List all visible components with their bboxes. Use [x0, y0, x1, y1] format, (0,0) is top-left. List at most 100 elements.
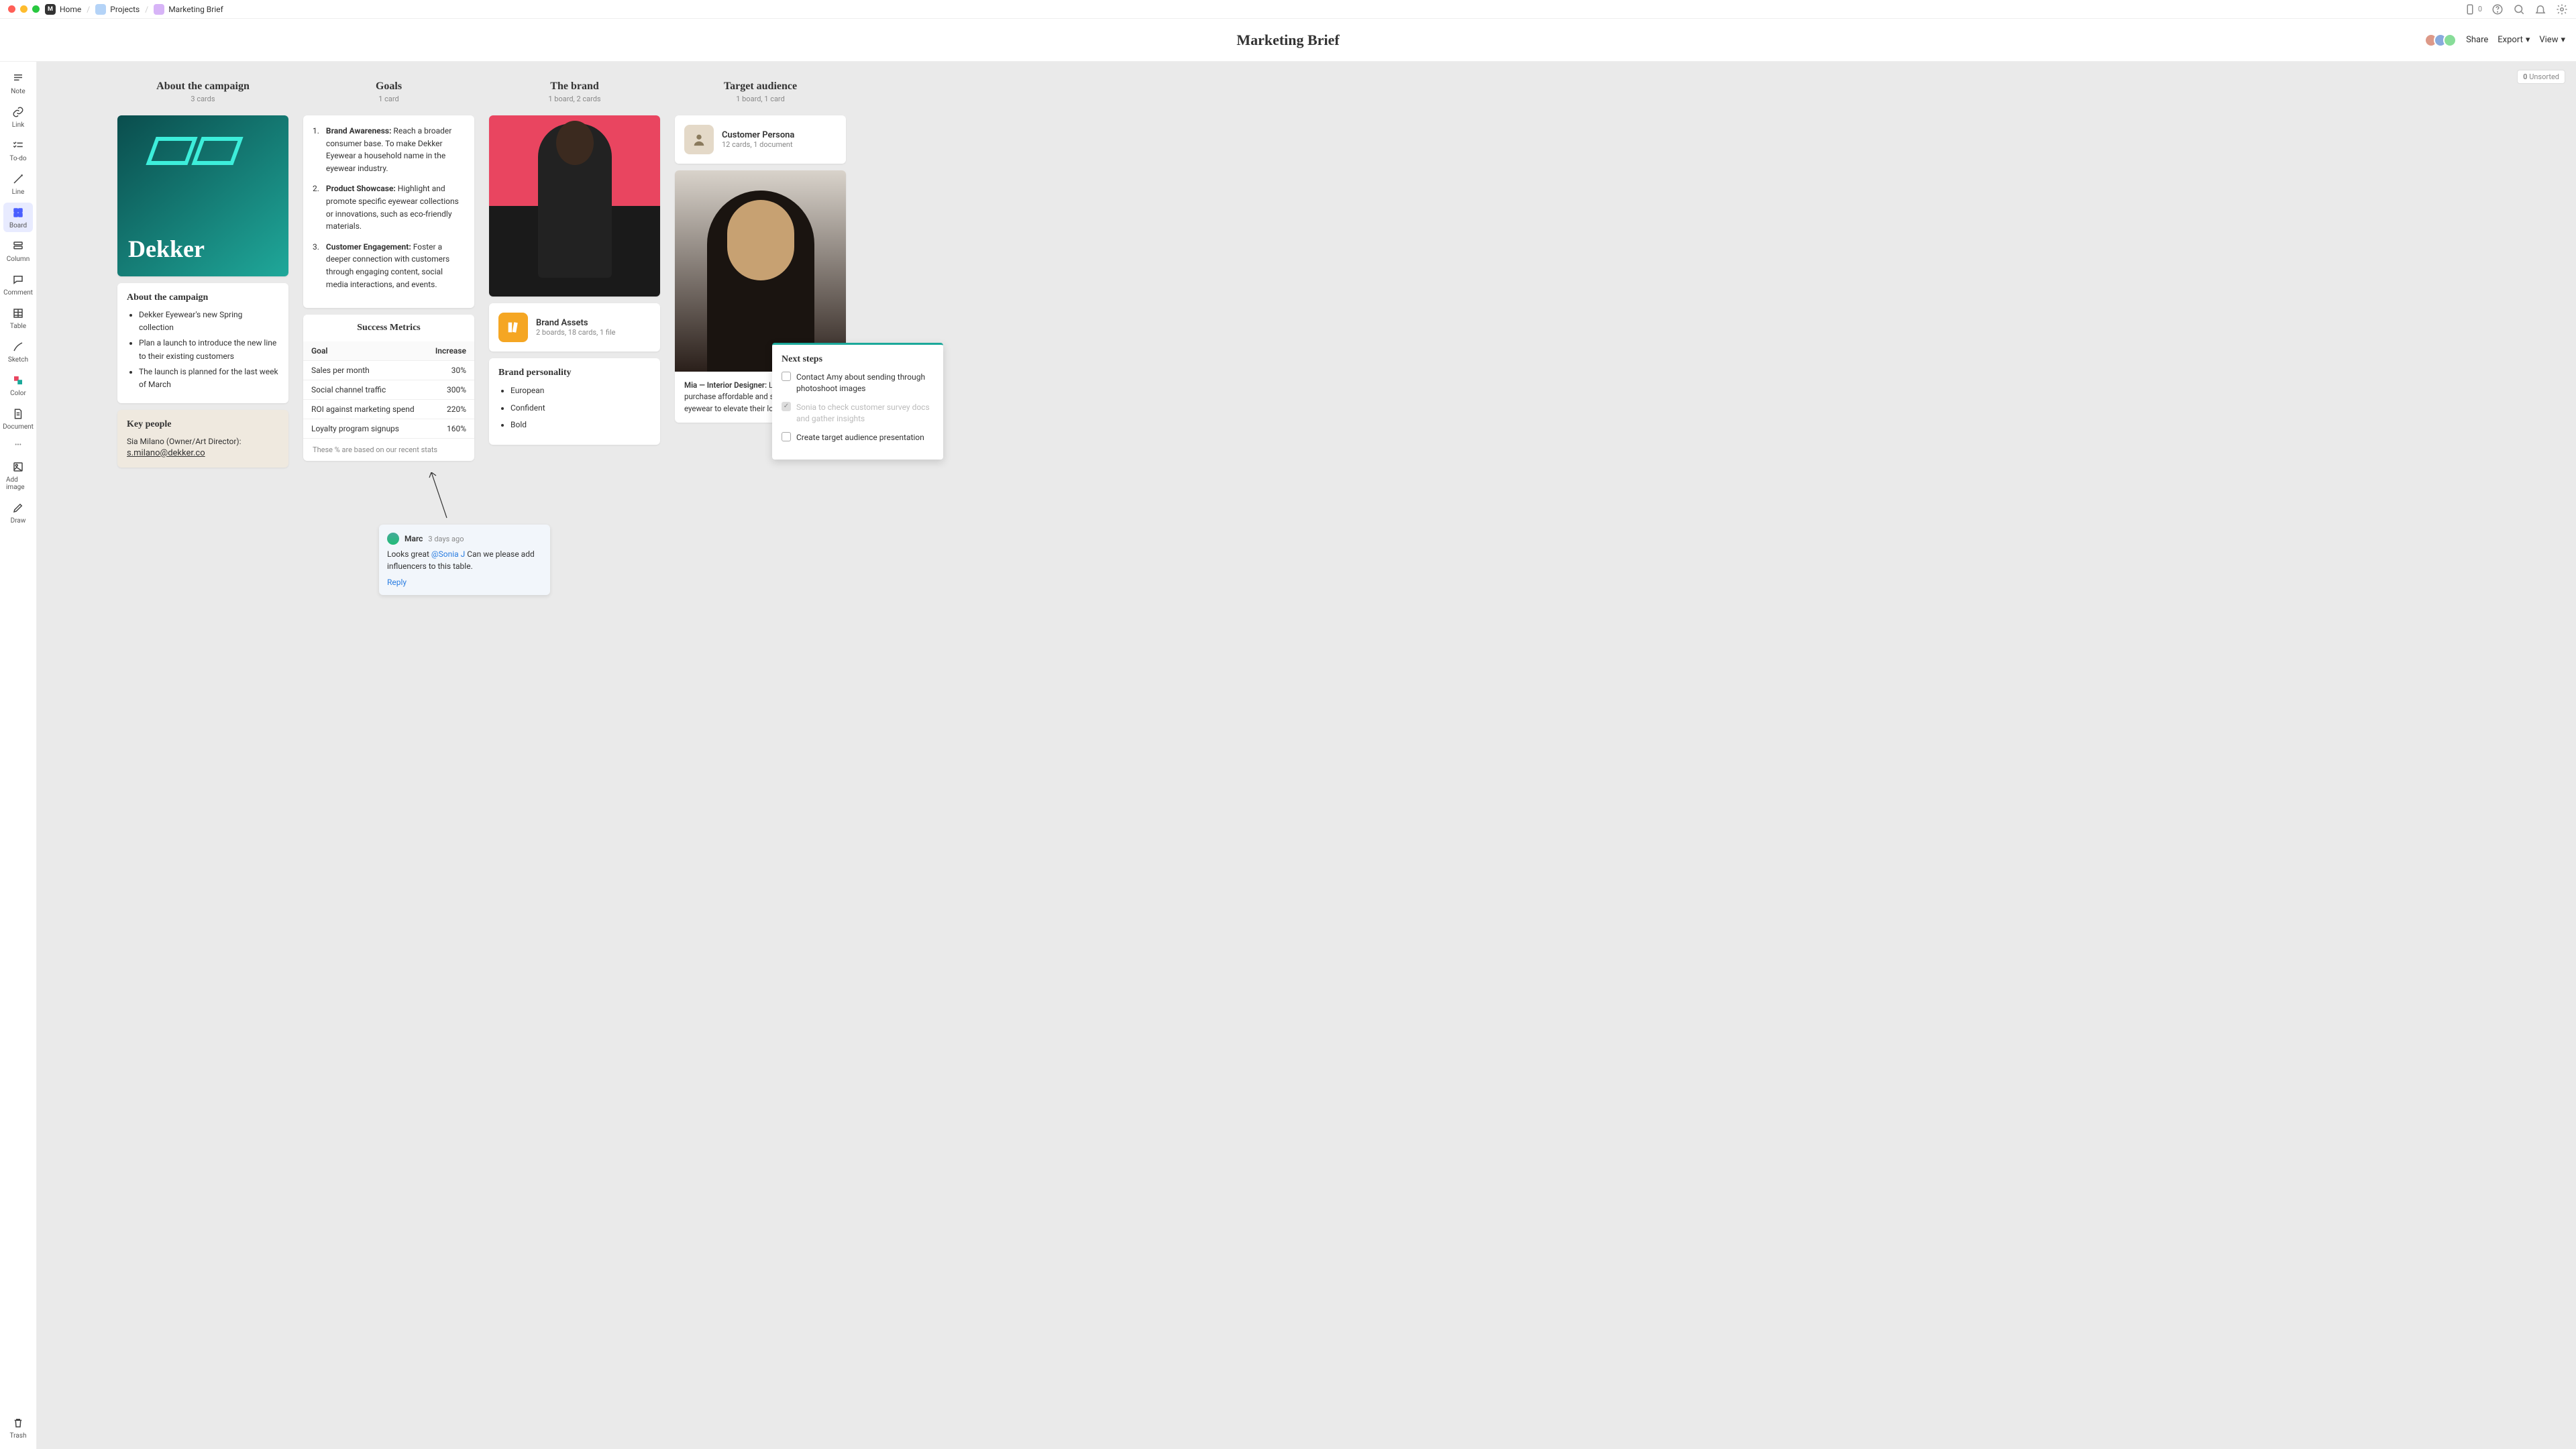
assets-icon — [498, 313, 528, 342]
breadcrumb-projects[interactable]: Projects — [95, 4, 140, 15]
tool-color[interactable]: Color — [3, 370, 33, 400]
breadcrumb-current[interactable]: Marketing Brief — [154, 4, 223, 15]
tool-draw[interactable]: Draw — [3, 498, 33, 527]
tool-table[interactable]: Table — [3, 303, 33, 333]
tool-trash[interactable]: Trash — [3, 1413, 33, 1442]
card-persona-board[interactable]: Customer Persona 12 cards, 1 document — [675, 115, 846, 164]
tool-link[interactable]: Link — [3, 102, 33, 131]
tool-sidebar: Note Link To-do Line Board Column Commen… — [0, 62, 37, 1449]
search-icon[interactable] — [2513, 3, 2525, 15]
checkbox-icon[interactable] — [782, 432, 791, 441]
column-header[interactable]: Goals 1 card — [303, 78, 474, 109]
table-row: Loyalty program signups160% — [303, 419, 474, 439]
tool-sketch[interactable]: Sketch — [3, 337, 33, 366]
share-button[interactable]: Share — [2466, 35, 2488, 45]
maximize-window-icon[interactable] — [32, 5, 40, 13]
checkbox-icon[interactable] — [782, 372, 791, 381]
tool-document[interactable]: Document — [3, 404, 33, 433]
breadcrumb: M Home / Projects / Marketing Brief — [45, 4, 223, 15]
brand-model-image — [489, 115, 660, 297]
close-window-icon[interactable] — [8, 5, 15, 13]
tool-line[interactable]: Line — [3, 169, 33, 199]
line-icon — [11, 172, 25, 186]
help-icon[interactable] — [2491, 3, 2504, 15]
card-key-people[interactable]: Key people Sia Milano (Owner/Art Directo… — [117, 410, 288, 468]
card-brand-photo[interactable] — [489, 115, 660, 297]
card-goals-list[interactable]: 1. Brand Awareness: Reach a broader cons… — [303, 115, 474, 308]
gear-icon[interactable] — [2556, 3, 2568, 15]
email-link[interactable]: s.milano@dekker.co — [127, 448, 205, 458]
audience-model-image — [675, 170, 846, 372]
goal-item: 3. Customer Engagement: Foster a deeper … — [313, 241, 465, 290]
task-item[interactable]: ✓ Sonia to check customer survey docs an… — [782, 402, 934, 425]
board-canvas[interactable]: 0 Unsorted About the campaign 3 cards De… — [37, 62, 2576, 1449]
persona-icon — [684, 125, 714, 154]
checkbox-checked-icon[interactable]: ✓ — [782, 402, 791, 411]
card-title: Brand personality — [498, 368, 651, 378]
device-badge[interactable]: 0 — [2464, 3, 2482, 15]
column-brand: The brand 1 board, 2 cards Brand As — [489, 78, 660, 468]
todo-icon — [11, 138, 25, 153]
tool-board[interactable]: Board — [3, 203, 33, 232]
view-dropdown[interactable]: View ▾ — [2539, 35, 2565, 45]
column-icon — [11, 239, 25, 254]
bell-icon[interactable] — [2534, 3, 2546, 15]
tool-column[interactable]: Column — [3, 236, 33, 266]
task-item[interactable]: Create target audience presentation — [782, 432, 934, 443]
breadcrumb-home[interactable]: M Home — [45, 4, 81, 15]
table-row: Sales per month30% — [303, 361, 474, 380]
card-title: About the campaign — [127, 292, 279, 303]
card-success-metrics[interactable]: Success Metrics Goal Increase Sales per … — [303, 315, 474, 461]
tool-comment[interactable]: Comment — [3, 270, 33, 299]
column-header[interactable]: About the campaign 3 cards — [117, 78, 288, 109]
card-brand-image[interactable]: Dekker — [117, 115, 288, 276]
column-header[interactable]: The brand 1 board, 2 cards — [489, 78, 660, 109]
metrics-table: Goal Increase Sales per month30% Social … — [303, 341, 474, 439]
chevron-down-icon: ▾ — [2526, 35, 2530, 45]
list-item: Dekker Eyewear's new Spring collection — [139, 309, 279, 334]
card-brand-assets-board[interactable]: Brand Assets 2 boards, 18 cards, 1 file — [489, 303, 660, 352]
window-controls — [8, 5, 40, 13]
brand-logo-text: Dekker — [117, 235, 205, 276]
document-icon — [11, 407, 25, 421]
list-item: European — [511, 384, 651, 398]
board-icon — [154, 4, 164, 15]
minimize-window-icon[interactable] — [20, 5, 28, 13]
about-bullets: Dekker Eyewear's new Spring collection P… — [127, 309, 279, 391]
page-header: Marketing Brief Share Export ▾ View ▾ — [0, 19, 2576, 62]
unsorted-badge[interactable]: 0 Unsorted — [2517, 70, 2565, 84]
board-name: Brand Assets — [536, 318, 616, 328]
comment-arrow-icon — [428, 472, 455, 519]
link-icon — [11, 105, 25, 119]
mention[interactable]: @Sonia J — [431, 549, 465, 559]
tool-more[interactable]: ••• — [11, 437, 25, 453]
export-dropdown[interactable]: Export ▾ — [2498, 35, 2530, 45]
tool-note[interactable]: Note — [3, 68, 33, 98]
list-item: The launch is planned for the last week … — [139, 366, 279, 391]
col-header-goal: Goal — [303, 341, 426, 361]
key-people-line: Sia Milano (Owner/Art Director): — [127, 435, 279, 448]
card-about-campaign[interactable]: About the campaign Dekker Eyewear's new … — [117, 283, 288, 403]
breadcrumb-home-label: Home — [60, 5, 81, 14]
tool-add-image[interactable]: Add image — [3, 457, 33, 494]
home-icon: M — [45, 4, 56, 15]
card-title: Key people — [127, 419, 279, 430]
collaborator-avatars[interactable] — [2428, 34, 2457, 47]
comment-time: 3 days ago — [428, 535, 464, 543]
tool-todo[interactable]: To-do — [3, 136, 33, 165]
avatar — [2443, 34, 2457, 47]
table-row: Social channel traffic300% — [303, 380, 474, 400]
card-brand-personality[interactable]: Brand personality European Confident Bol… — [489, 358, 660, 445]
card-next-steps[interactable]: Next steps Contact Amy about sending thr… — [772, 343, 943, 460]
reply-button[interactable]: Reply — [387, 578, 542, 587]
column-about: About the campaign 3 cards Dekker About … — [117, 78, 288, 468]
comment-bubble[interactable]: Marc 3 days ago Looks great @Sonia J Can… — [379, 525, 550, 595]
note-icon — [11, 71, 25, 86]
column-header[interactable]: Target audience 1 board, 1 card — [675, 78, 846, 109]
comment-icon — [11, 272, 25, 287]
breadcrumb-projects-label: Projects — [110, 5, 140, 14]
list-item: Bold — [511, 418, 651, 433]
task-item[interactable]: Contact Amy about sending through photos… — [782, 372, 934, 395]
board-meta: 12 cards, 1 document — [722, 140, 794, 149]
titlebar: M Home / Projects / Marketing Brief 0 — [0, 0, 2576, 19]
